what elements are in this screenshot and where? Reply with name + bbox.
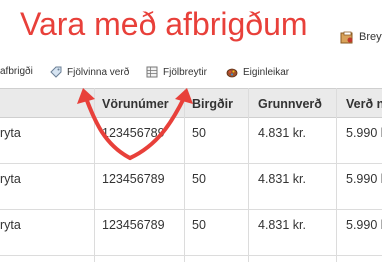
cell-stock: 50 (192, 126, 206, 140)
column-header-sku[interactable]: Vörunúmer (102, 89, 169, 119)
grid-icon (146, 66, 158, 78)
edit-button[interactable]: Breyt (340, 30, 382, 44)
column-divider (94, 88, 95, 262)
toolbar-bulk-edit[interactable]: Fjölbreytir (146, 66, 207, 78)
cell-price: 5.990 k (346, 218, 382, 232)
cell-name: ryta (0, 126, 21, 140)
column-header-stock[interactable]: Birgðir (192, 89, 233, 119)
cell-name: ryta (0, 172, 21, 186)
table-row[interactable]: ryta 123456789 50 4.831 kr. 5.990 k (0, 164, 382, 210)
cell-sku: 123456789 (102, 126, 165, 140)
cell-base-price: 4.831 kr. (258, 126, 306, 140)
variants-table: Vörunúmer Birgðir Grunnverð Verð n ryta … (0, 88, 382, 262)
toolbar-bulk-price[interactable]: Fjölvinna verð (50, 66, 129, 78)
toolbar: afbrigði Fjölvinna verð Fjölbreytir Eigi… (0, 63, 382, 85)
toolbar-bulk-edit-label: Fjölbreytir (163, 66, 207, 78)
cell-name: ryta (0, 218, 21, 232)
toolbar-attributes-label: Eiginleikar (243, 66, 290, 78)
toolbar-variants-label: afbrigði (0, 66, 33, 77)
cell-stock: 50 (192, 218, 206, 232)
cell-price: 5.990 k (346, 172, 382, 186)
cell-sku: 123456789 (102, 218, 165, 232)
column-header-price[interactable]: Verð n (346, 89, 382, 119)
cell-base-price: 4.831 kr. (258, 172, 306, 186)
edit-icon (340, 30, 354, 44)
toolbar-bulk-price-label: Fjölvinna verð (67, 66, 130, 78)
cell-stock: 50 (192, 172, 206, 186)
attributes-icon (226, 66, 238, 78)
column-header-base-price[interactable]: Grunnverð (258, 89, 322, 119)
price-tag-icon (50, 66, 62, 78)
page-title: Vara með afbrigðum (20, 6, 308, 42)
table-row[interactable]: ryta 123456789 50 4.831 kr. 5.990 k (0, 210, 382, 256)
toolbar-variants[interactable]: afbrigði (0, 66, 33, 77)
column-divider (184, 88, 185, 262)
table-row[interactable]: ryta 123456789 50 4.831 kr. 5.990 k (0, 118, 382, 164)
column-divider (336, 88, 337, 262)
cell-base-price: 4.831 kr. (258, 218, 306, 232)
edit-button-label: Breyt (359, 31, 382, 43)
cell-sku: 123456789 (102, 172, 165, 186)
cell-price: 5.990 k (346, 126, 382, 140)
column-divider (248, 88, 249, 262)
toolbar-attributes[interactable]: Eiginleikar (226, 66, 289, 78)
table-header: Vörunúmer Birgðir Grunnverð Verð n (0, 88, 382, 118)
